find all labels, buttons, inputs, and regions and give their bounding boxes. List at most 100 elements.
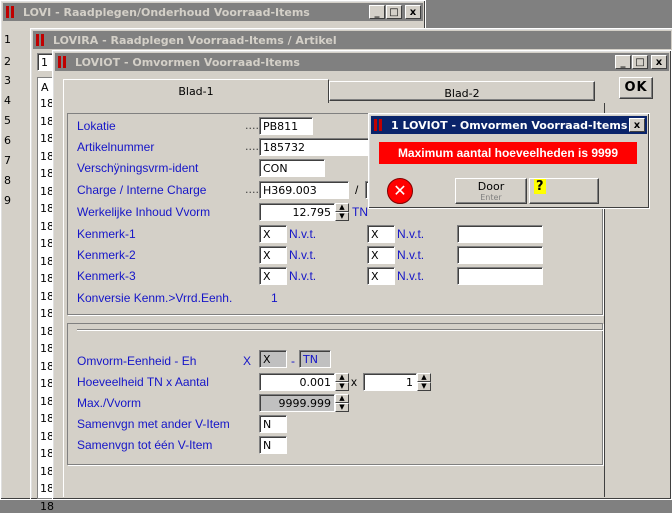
spin-down-icon: ▼ (335, 403, 349, 412)
tab-blad-1-label: Blad-1 (178, 85, 214, 98)
list-item[interactable]: 6 (4, 134, 11, 147)
kenmerk3-b-text: N.v.t. (397, 269, 425, 283)
error-dialog: 1 LOVIOT - Omvormen Voorraad-Items x Max… (368, 113, 650, 209)
artikelnummer-field[interactable]: 185732 (259, 138, 371, 156)
close-button[interactable]: x (405, 5, 421, 19)
spin-up-icon[interactable]: ▲ (335, 373, 349, 382)
verschijning-field[interactable]: CON (259, 159, 325, 177)
close-button[interactable]: x (651, 55, 667, 69)
charge-field[interactable]: H369.003 (259, 181, 349, 199)
list-item[interactable]: 9 (4, 194, 11, 207)
list-item[interactable]: 7 (4, 154, 11, 167)
grid-header: A (41, 81, 49, 94)
spin-up-icon: ▲ (335, 394, 349, 403)
kenmerk1-b-field[interactable]: X (367, 225, 395, 243)
omvorm-unit-field: TN (299, 350, 331, 368)
omvorm-eenheid-field: X (259, 350, 287, 368)
kenmerk1-label: Kenmerk-1 (77, 227, 136, 241)
hoeveelheid-field[interactable]: 0.001 (259, 373, 335, 391)
spin-down-icon[interactable]: ▼ (335, 382, 349, 391)
dots: .... (245, 119, 259, 132)
kenmerk1-a-text: N.v.t. (289, 227, 317, 241)
spin-down-icon[interactable]: ▼ (335, 212, 349, 221)
loviot-titlebar[interactable]: LOVIOT - Omvormen Voorraad-Items _ □ x (55, 53, 669, 71)
table-row[interactable]: 18 (40, 500, 54, 513)
dots: .... (245, 183, 259, 196)
maximize-button[interactable]: □ (632, 55, 648, 69)
spin-up-icon[interactable]: ▲ (417, 373, 431, 382)
loviot-title: LOVIOT - Omvormen Voorraad-Items (75, 55, 300, 69)
app-logo-icon (57, 55, 71, 69)
app-logo-icon (5, 5, 19, 19)
hoeveelheid-spinner[interactable]: ▲ ▼ (335, 373, 349, 391)
dialog-title: 1 LOVIOT - Omvormen Voorraad-Items (391, 118, 628, 132)
spin-up-icon[interactable]: ▲ (335, 203, 349, 212)
maximize-button[interactable]: □ (386, 5, 402, 19)
kenmerk2-label: Kenmerk-2 (77, 248, 136, 262)
kenmerk1-a-field[interactable]: X (259, 225, 287, 243)
kenmerk3-label: Kenmerk-3 (77, 269, 136, 283)
ok-button[interactable]: OK (619, 77, 653, 99)
minimize-button[interactable]: _ (615, 55, 631, 69)
samenvgn-ander-field[interactable]: N (259, 415, 287, 433)
list-item[interactable]: 8 (4, 174, 11, 187)
tab-blad-2[interactable]: Blad-2 (329, 81, 595, 101)
lovira-title: LOVIRA - Raadplegen Voorraad-Items / Art… (53, 33, 337, 47)
lokatie-label: Lokatie (77, 119, 116, 133)
samenvgn-een-field[interactable]: N (259, 436, 287, 454)
max-field: 9999.999 (259, 394, 335, 412)
list-item[interactable]: 4 (4, 94, 11, 107)
help-button[interactable]: ? (529, 178, 599, 204)
charge-separator: / (355, 183, 359, 197)
omvorm-x-label: X (243, 354, 252, 368)
tab-blad-1[interactable]: Blad-1 (63, 79, 329, 103)
group-divider (77, 329, 603, 331)
kenmerk1-b-text: N.v.t. (397, 227, 425, 241)
omvorm-dash: - (291, 354, 295, 368)
kenmerk1-c-field[interactable] (457, 225, 543, 243)
list-item[interactable]: 3 (4, 74, 11, 87)
konversie-label: Konversie Kenm.>Vrrd.Eenh. (77, 291, 233, 305)
kenmerk3-b-field[interactable]: X (367, 267, 395, 285)
kenmerk3-c-field[interactable] (457, 267, 543, 285)
lovi-titlebar[interactable]: LOVI - Raadplegen/Onderhoud Voorraad-Ite… (3, 3, 423, 21)
dialog-titlebar[interactable]: 1 LOVIOT - Omvormen Voorraad-Items x (371, 116, 647, 134)
konversie-value: 1 (271, 291, 278, 305)
aantal-field[interactable]: 1 (363, 373, 417, 391)
hoeveelheid-label: Hoeveelheid TN x Aantal (77, 375, 209, 389)
kenmerk2-b-field[interactable]: X (367, 246, 395, 264)
lokatie-field[interactable]: PB811 (259, 117, 313, 135)
kenmerk2-a-text: N.v.t. (289, 248, 317, 262)
list-item[interactable]: 5 (4, 114, 11, 127)
list-item[interactable]: 1 (4, 33, 11, 46)
app-logo-icon (35, 33, 49, 47)
max-label: Max./Vvorm (77, 396, 142, 410)
inhoud-spinner[interactable]: ▲ ▼ (335, 203, 349, 221)
door-label: Door (477, 180, 505, 193)
tab-blad-2-label: Blad-2 (444, 87, 480, 100)
inhoud-field[interactable]: 12.795 (259, 203, 335, 221)
verschijning-label: Verschÿningsvrm-ident (77, 161, 199, 175)
help-icon: ? (534, 179, 546, 194)
aantal-spinner[interactable]: ▲ ▼ (417, 373, 431, 391)
door-button[interactable]: Door Enter (455, 178, 527, 204)
list-item[interactable]: 2 (4, 55, 11, 68)
omvorm-eenheid-label: Omvorm-Eenheid - Eh (77, 354, 197, 368)
kenmerk2-c-field[interactable] (457, 246, 543, 264)
door-sub: Enter (480, 193, 502, 202)
spin-down-icon[interactable]: ▼ (417, 382, 431, 391)
max-spinner: ▲ ▼ (335, 394, 349, 412)
kenmerk3-a-field[interactable]: X (259, 267, 287, 285)
close-button[interactable]: x (629, 118, 645, 132)
times-sign: x (351, 375, 357, 389)
charge-label: Charge / Interne Charge (77, 183, 207, 197)
kenmerk2-b-text: N.v.t. (397, 248, 425, 262)
kenmerk2-a-field[interactable]: X (259, 246, 287, 264)
lovi-title: LOVI - Raadplegen/Onderhoud Voorraad-Ite… (23, 5, 310, 19)
error-message-text: Maximum aantal hoeveelheden is 9999 (397, 146, 619, 160)
minimize-button[interactable]: _ (369, 5, 385, 19)
lovira-titlebar[interactable]: LOVIRA - Raadplegen Voorraad-Items / Art… (33, 31, 671, 49)
samenvgn-een-label: Samenvgn tot één V-Item (77, 438, 213, 452)
dots: .... (245, 140, 259, 153)
inhoud-unit: TN (352, 205, 368, 219)
